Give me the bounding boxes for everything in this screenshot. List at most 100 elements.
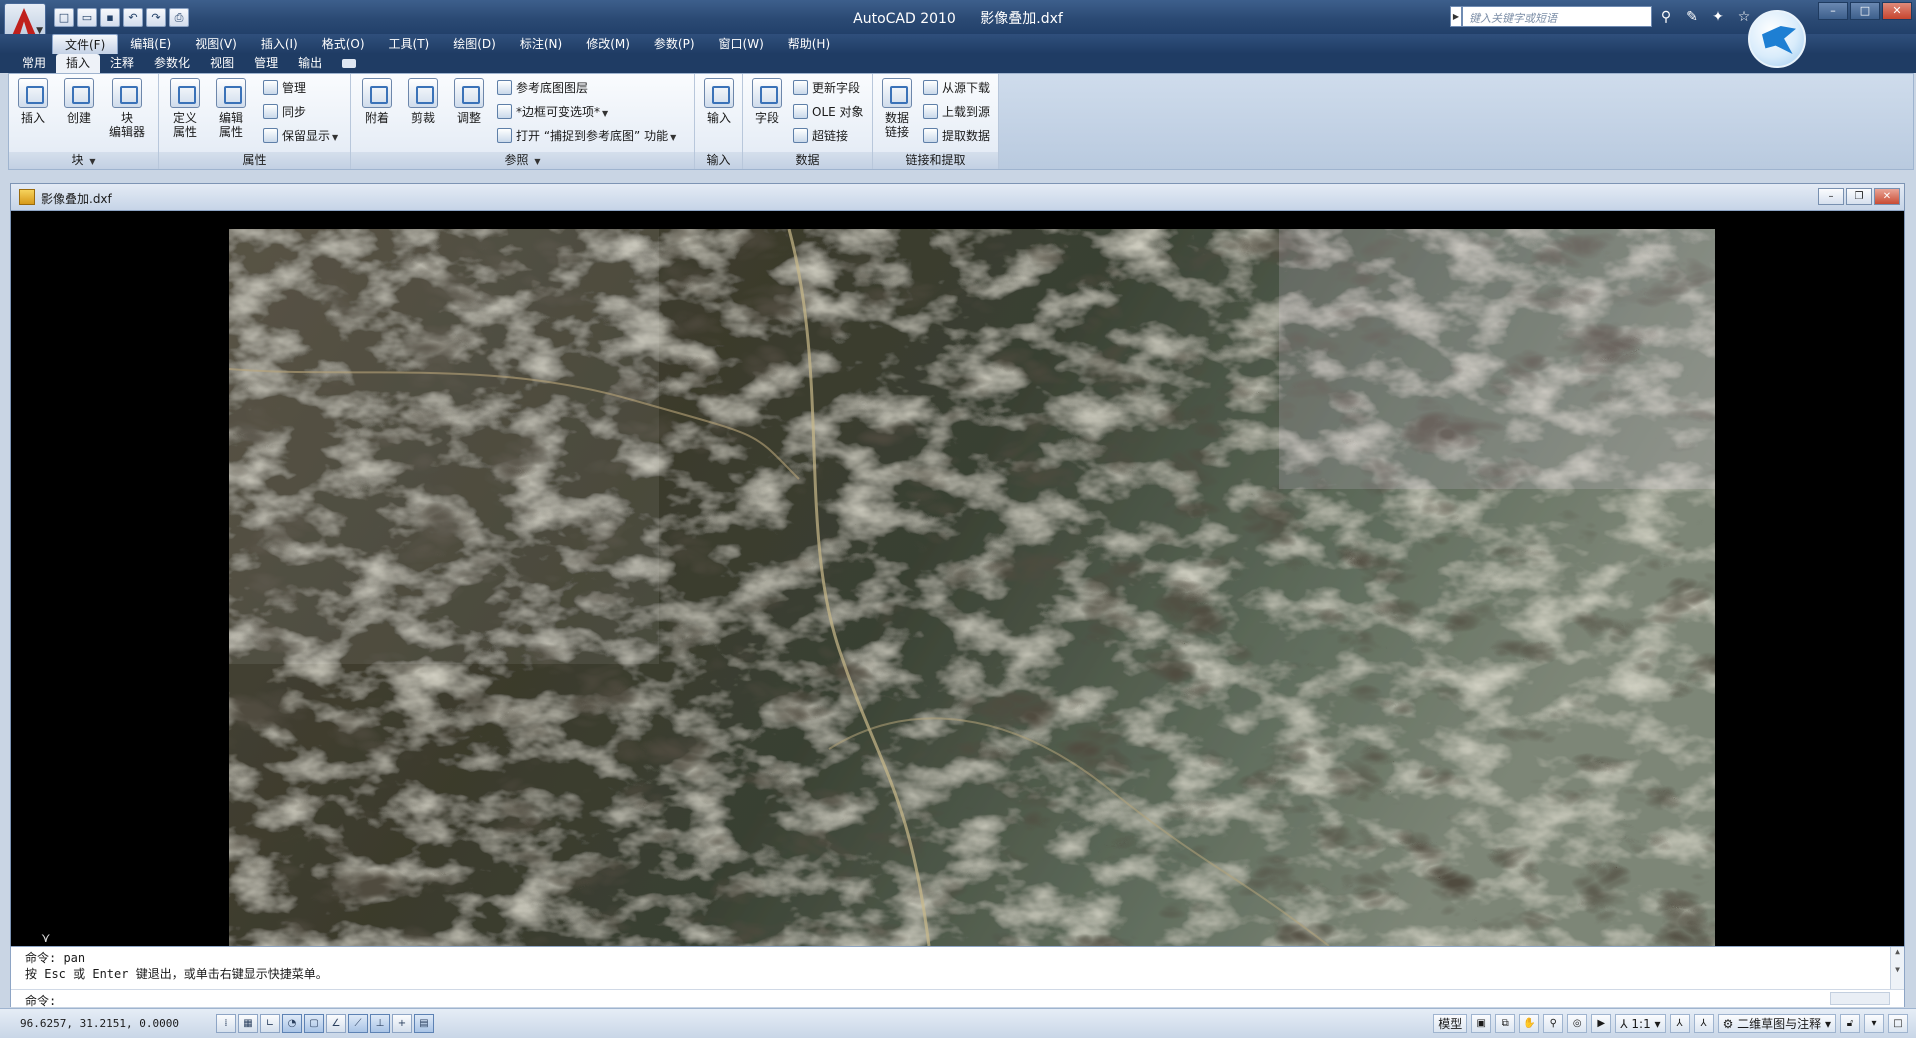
tab-output[interactable]: 输出 — [288, 54, 332, 73]
menu-format[interactable]: 格式(O) — [310, 34, 377, 54]
pan-icon[interactable]: ✋ — [1519, 1014, 1540, 1033]
panel-title-linking[interactable]: 链接和提取 — [873, 152, 998, 169]
ole-object-button[interactable]: OLE 对象 — [793, 102, 864, 122]
tab-view[interactable]: 视图 — [200, 54, 244, 73]
edit-attributes-button[interactable]: 编辑 属性 — [209, 78, 253, 139]
communication-center-icon[interactable]: ✎ — [1682, 7, 1702, 27]
undo-icon[interactable]: ↶ — [123, 8, 143, 27]
import-button[interactable]: 输入 — [697, 78, 741, 125]
sync-attributes-button[interactable]: 同步 — [263, 102, 306, 122]
subscription-icon[interactable]: ✦ — [1708, 7, 1728, 27]
menu-window[interactable]: 窗口(W) — [707, 34, 776, 54]
infocenter-toolbar: ⚲ ✎ ✦ ☆ — [1656, 7, 1754, 27]
plot-icon[interactable]: ⎙ — [169, 8, 189, 27]
menu-help[interactable]: 帮助(H) — [776, 34, 842, 54]
download-icon — [923, 80, 938, 95]
snap-mode-icon[interactable]: ⁞ — [216, 1014, 236, 1033]
frame-variable-dropdown[interactable]: *边框可变选项* ▼ — [497, 102, 608, 122]
workspace-switch-dropdown[interactable]: ⚙ 二维草图与注释 ▾ — [1717, 1014, 1836, 1033]
clip-button[interactable]: 剪裁 — [401, 78, 445, 125]
retain-display-button[interactable]: 保留显示 ▼ — [263, 126, 338, 146]
tab-annotate[interactable]: 注释 — [100, 54, 144, 73]
block-editor-button[interactable]: 块 编辑器 — [105, 78, 149, 139]
dynamic-input-icon[interactable]: ⊥ — [370, 1014, 390, 1033]
auto-scale-icon[interactable]: ⅄ — [1693, 1014, 1714, 1033]
layout-icon[interactable]: ▣ — [1471, 1014, 1492, 1033]
menu-dimension[interactable]: 标注(N) — [508, 34, 574, 54]
menu-insert[interactable]: 插入(I) — [249, 34, 310, 54]
quick-properties-icon[interactable]: ▤ — [414, 1014, 434, 1033]
tab-insert[interactable]: 插入 — [56, 54, 101, 73]
open-icon[interactable]: ▭ — [77, 8, 97, 27]
annotation-scale-dropdown[interactable]: ⅄ 1:1 ▾ — [1615, 1014, 1666, 1033]
panel-title-reference[interactable]: 参照 ▼ — [351, 152, 694, 169]
annotation-visibility-icon[interactable]: ⅄ — [1669, 1014, 1690, 1033]
manage-attributes-button[interactable]: 管理 — [263, 78, 306, 98]
menu-draw[interactable]: 绘图(D) — [441, 34, 508, 54]
ortho-mode-icon[interactable]: ∟ — [260, 1014, 280, 1033]
grid-display-icon[interactable]: ▦ — [238, 1014, 258, 1033]
tab-home[interactable]: 常用 — [12, 54, 56, 73]
menu-tools[interactable]: 工具(T) — [377, 34, 442, 54]
underlay-layers-button[interactable]: 参考底图图层 — [497, 78, 588, 98]
command-input[interactable] — [71, 991, 1811, 1006]
lineweight-icon[interactable]: + — [392, 1014, 412, 1033]
adjust-button[interactable]: 调整 — [447, 78, 491, 125]
lock-icon[interactable]: 🔓︎ — [1840, 1014, 1860, 1033]
minimize-icon[interactable]: – — [1818, 2, 1848, 20]
command-scrollbar[interactable]: ▲ ▼ — [1890, 947, 1904, 989]
upload-to-source-button[interactable]: 上载到源 — [923, 102, 990, 122]
menu-modify[interactable]: 修改(M) — [574, 34, 642, 54]
download-from-source-button[interactable]: 从源下载 — [923, 78, 990, 98]
binoculars-icon[interactable]: ⚲ — [1656, 7, 1676, 27]
drawing-canvas[interactable]: ⋎ — [11, 211, 1904, 946]
clean-screen-icon[interactable]: □ — [1888, 1014, 1908, 1033]
ribbon-minimize-icon[interactable] — [342, 59, 357, 68]
data-link-button[interactable]: 数据 链接 — [875, 78, 919, 139]
zoom-icon[interactable]: ⚲ — [1543, 1014, 1564, 1033]
document-title: 影像叠加.dxf — [41, 192, 112, 206]
panel-title-block[interactable]: 块 ▼ — [9, 152, 158, 169]
app-name: AutoCAD 2010 — [853, 11, 956, 27]
search-input[interactable]: 键入关键字或短语 — [1462, 6, 1652, 27]
polar-tracking-icon[interactable]: ◔ — [282, 1014, 302, 1033]
maximize-icon[interactable]: □ — [1850, 2, 1880, 20]
tab-parametric[interactable]: 参数化 — [144, 54, 200, 73]
doc-minimize-icon[interactable]: – — [1818, 188, 1844, 205]
hyperlink-button[interactable]: 超链接 — [793, 126, 848, 146]
update-fields-button[interactable]: 更新字段 — [793, 78, 860, 98]
snap-to-underlay-button[interactable]: 打开 “捕捉到参考底图” 功能 ▼ — [497, 126, 676, 146]
steeringwheel-icon[interactable]: ◎ — [1567, 1014, 1588, 1033]
menu-parametric[interactable]: 参数(P) — [642, 34, 707, 54]
object-snap-icon[interactable]: ▢ — [304, 1014, 324, 1033]
status-menu-icon[interactable]: ▾ — [1864, 1014, 1884, 1033]
field-button[interactable]: 字段 — [745, 78, 789, 125]
close-icon[interactable]: ✕ — [1882, 2, 1912, 20]
doc-close-icon[interactable]: ✕ — [1874, 188, 1900, 205]
showmotion-icon[interactable]: ▶ — [1591, 1014, 1612, 1033]
quick-view-icon[interactable]: ⧉ — [1495, 1014, 1516, 1033]
save-icon[interactable]: ▪ — [100, 8, 120, 27]
search-expand-icon[interactable]: ▶ — [1450, 6, 1462, 27]
menu-edit[interactable]: 编辑(E) — [118, 34, 183, 54]
menu-bar: 文件(F) 编辑(E) 视图(V) 插入(I) 格式(O) 工具(T) 绘图(D… — [0, 34, 1916, 54]
doc-restore-icon[interactable]: ❐ — [1846, 188, 1872, 205]
panel-title-import[interactable]: 输入 — [695, 152, 742, 169]
insert-block-button[interactable]: 插入 — [11, 78, 55, 125]
panel-title-data[interactable]: 数据 — [743, 152, 872, 169]
model-space-button[interactable]: 模型 — [1433, 1014, 1468, 1033]
command-horizontal-scrollbar[interactable] — [1830, 992, 1890, 1005]
redo-icon[interactable]: ↷ — [146, 8, 166, 27]
menu-file[interactable]: 文件(F) — [52, 34, 119, 54]
new-icon[interactable]: □ — [54, 8, 74, 27]
extract-data-button[interactable]: 提取数据 — [923, 126, 990, 146]
dynamic-ucs-icon[interactable]: ⟋ — [348, 1014, 368, 1033]
menu-view[interactable]: 视图(V) — [183, 34, 249, 54]
tab-manage[interactable]: 管理 — [244, 54, 288, 73]
object-snap-tracking-icon[interactable]: ∠ — [326, 1014, 346, 1033]
define-attributes-button[interactable]: 定义 属性 — [163, 78, 207, 139]
coordinate-readout[interactable]: 96.6257, 31.2151, 0.0000 — [20, 1017, 179, 1030]
attach-button[interactable]: 附着 — [355, 78, 399, 125]
panel-title-attributes[interactable]: 属性 — [159, 152, 350, 169]
create-block-button[interactable]: 创建 — [57, 78, 101, 125]
